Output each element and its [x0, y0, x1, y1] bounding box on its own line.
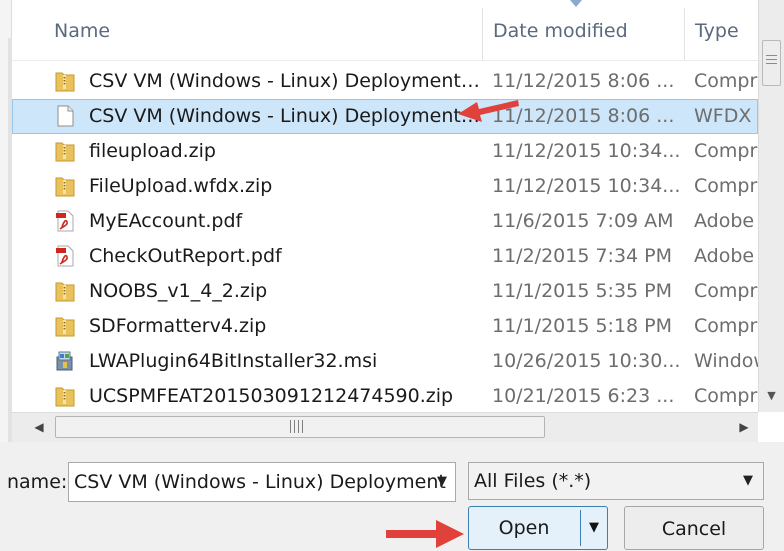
blank-file-icon — [55, 99, 77, 134]
pdf-icon — [55, 204, 77, 239]
cancel-button[interactable]: Cancel — [624, 506, 764, 550]
file-type: Adobe — [694, 210, 755, 232]
file-date-modified: 11/12/2015 8:06 ... — [492, 105, 675, 127]
file-type: Compre — [694, 140, 758, 162]
file-row[interactable]: fileupload.zip 11/12/2015 10:34... Compre — [12, 134, 758, 169]
grip-icon — [290, 420, 308, 433]
scroll-right-arrow-icon[interactable]: ▶ — [733, 416, 755, 438]
file-type: Compre — [694, 280, 758, 302]
file-name: UCSPMFEAT201503091212474590.zip — [89, 385, 454, 407]
file-type: Compre — [694, 70, 758, 92]
folder-zip-icon — [55, 379, 77, 414]
file-name-combobox[interactable]: CSV VM (Windows - Linux) Deployment ▼ — [68, 462, 456, 502]
file-date-modified: 11/12/2015 10:34... — [492, 140, 681, 162]
column-header-type-label: Type — [695, 20, 739, 42]
file-date-modified: 11/12/2015 10:34... — [492, 175, 681, 197]
file-row[interactable]: CheckOutReport.pdf 11/2/2015 7:34 PM Adobe — [12, 239, 758, 274]
file-date-modified: 11/1/2015 5:35 PM — [492, 280, 673, 302]
file-row[interactable]: CSV VM (Windows - Linux) Deployment.z...… — [12, 64, 758, 99]
column-divider[interactable] — [684, 8, 685, 60]
file-row[interactable]: NOOBS_v1_4_2.zip 11/1/2015 5:35 PM Compre — [12, 274, 758, 309]
dropdown-arrow-icon[interactable]: ▼ — [743, 463, 753, 499]
file-row[interactable]: LWAPlugin64BitInstaller32.msi 10/26/2015 … — [12, 344, 758, 379]
file-row[interactable]: MyEAccount.pdf 11/6/2015 7:09 AM Adobe — [12, 204, 758, 239]
pdf-icon — [55, 239, 77, 274]
column-header-name-label: Name — [54, 20, 111, 42]
grip-icon — [766, 55, 777, 69]
file-row[interactable]: SDFormatterv4.zip 11/1/2015 5:18 PM Compre — [12, 309, 758, 344]
file-name: NOOBS_v1_4_2.zip — [89, 280, 268, 302]
file-row[interactable]: FileUpload.wfdx.zip 11/12/2015 10:34... Co… — [12, 169, 758, 204]
file-type-select[interactable]: All Files (*.*) ▼ — [468, 462, 764, 500]
file-row[interactable]: UCSPMFEAT201503091212474590.zip 10/21/201… — [12, 379, 758, 414]
file-type: Compre — [694, 385, 758, 407]
file-name: MyEAccount.pdf — [89, 210, 243, 232]
file-date-modified: 11/6/2015 7:09 AM — [492, 210, 674, 232]
open-button-label[interactable]: Open — [468, 506, 580, 550]
header-divider — [12, 60, 758, 61]
column-header-name[interactable]: Name — [47, 0, 480, 60]
file-name: CheckOutReport.pdf — [89, 245, 282, 267]
file-name: fileupload.zip — [89, 140, 216, 162]
dropdown-arrow-icon[interactable]: ▼ — [437, 463, 447, 501]
annotation-arrow-icon — [458, 100, 519, 122]
installer-icon — [55, 344, 77, 379]
folder-zip-icon — [55, 169, 77, 204]
file-name: FileUpload.wfdx.zip — [89, 175, 273, 197]
file-date-modified: 11/1/2015 5:18 PM — [492, 315, 673, 337]
file-type-value: All Files (*.*) — [474, 470, 592, 492]
file-type: WFDX F — [694, 105, 758, 127]
column-header-type[interactable]: Type — [688, 0, 758, 60]
open-options-arrow-icon[interactable]: ▼ — [581, 506, 607, 550]
file-date-modified: 10/26/2015 10:30... — [492, 350, 681, 372]
column-divider[interactable] — [482, 8, 483, 60]
folder-zip-icon — [55, 64, 77, 99]
file-name-value: CSV VM (Windows - Linux) Deployment — [74, 471, 446, 493]
folder-zip-icon — [55, 134, 77, 169]
scroll-left-arrow-icon[interactable]: ◀ — [28, 416, 50, 438]
file-date-modified: 11/12/2015 8:06 ... — [492, 70, 675, 92]
file-name: CSV VM (Windows - Linux) Deployment.... — [89, 105, 481, 127]
file-date-modified: 11/2/2015 7:34 PM — [492, 245, 673, 267]
column-header-date-modified[interactable]: Date modified — [486, 0, 682, 60]
file-name-label: name: — [7, 471, 68, 493]
folder-zip-icon — [55, 274, 77, 309]
file-type: Compre — [694, 175, 758, 197]
file-name: CSV VM (Windows - Linux) Deployment.z... — [89, 70, 481, 92]
file-name: LWAPlugin64BitInstaller32.msi — [89, 350, 378, 372]
scroll-down-arrow-icon[interactable]: ▼ — [762, 386, 781, 406]
file-name: SDFormatterv4.zip — [89, 315, 267, 337]
file-type: Adobe — [694, 245, 755, 267]
file-date-modified: 10/21/2015 6:23 ... — [492, 385, 675, 407]
file-row-selected[interactable]: CSV VM (Windows - Linux) Deployment.... 1… — [12, 99, 758, 134]
folder-zip-icon — [55, 309, 77, 344]
annotation-arrow-icon — [386, 520, 464, 548]
column-header-date-label: Date modified — [493, 20, 628, 42]
file-rows: CSV VM (Windows - Linux) Deployment.z...… — [12, 64, 758, 414]
file-type: Window — [694, 350, 758, 372]
file-type: Compre — [694, 315, 758, 337]
